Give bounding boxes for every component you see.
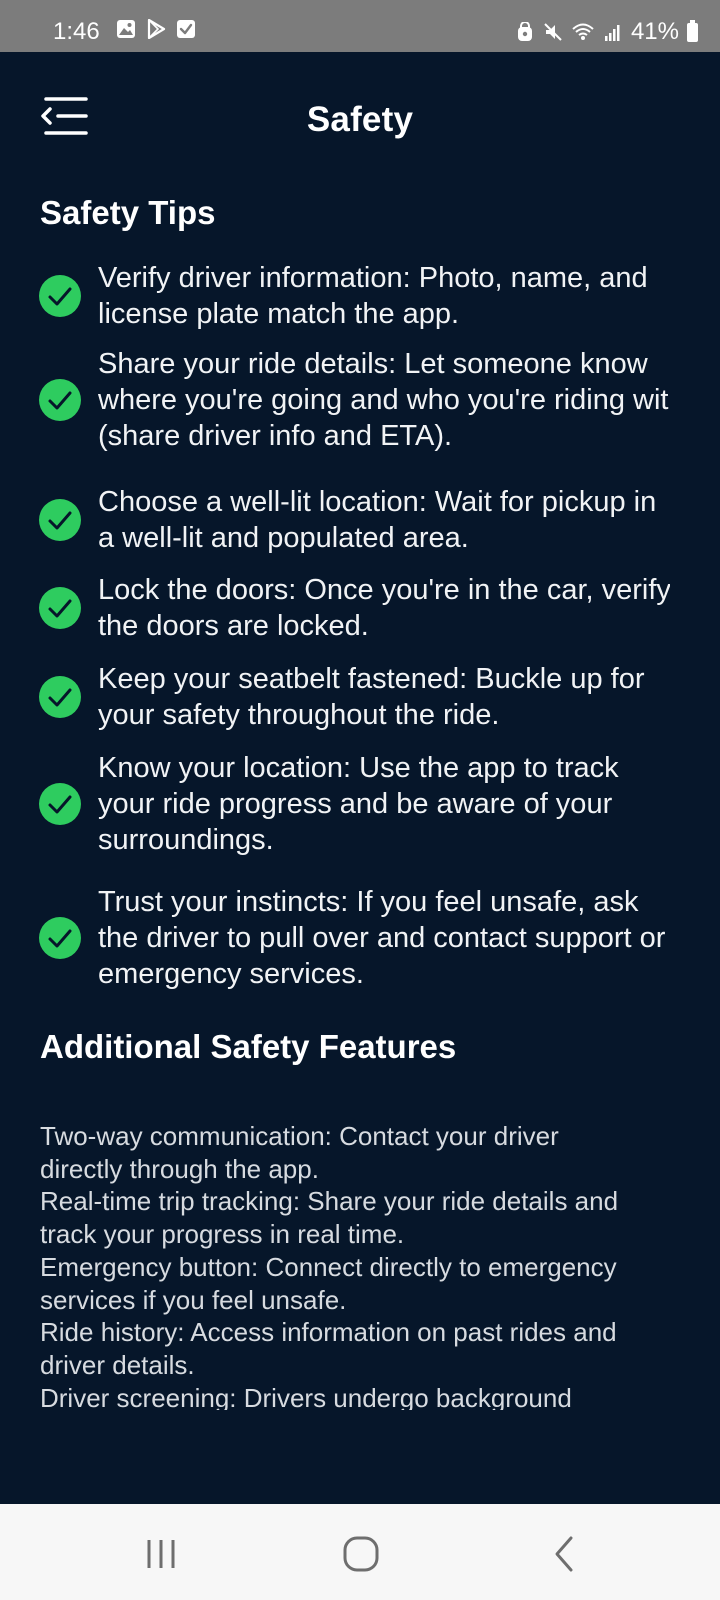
check-circle-icon bbox=[39, 275, 81, 317]
lock-icon bbox=[517, 22, 532, 41]
safety-tip-text: Share your ride details: Let someone kno… bbox=[98, 348, 670, 452]
home-icon[interactable] bbox=[341, 1534, 381, 1574]
safety-tips-title: Safety Tips bbox=[40, 194, 216, 231]
check-circle-icon bbox=[39, 676, 81, 718]
battery-percent: 41% bbox=[630, 18, 679, 45]
wifi-icon bbox=[572, 23, 594, 40]
check-circle-icon bbox=[39, 499, 81, 541]
status-bar: 1:46 41% bbox=[0, 0, 720, 52]
safety-tip-item: Trust your instincts: If you feel unsafe… bbox=[38, 884, 678, 992]
app-header: Safety bbox=[0, 52, 720, 182]
safety-tip-item: Share your ride details: Let someone kno… bbox=[38, 346, 678, 454]
safety-tip-text: Choose a well-lit location: Wait for pic… bbox=[98, 486, 657, 554]
safety-tip-text: Know your location: Use the app to track… bbox=[98, 752, 619, 856]
safety-tip-item: Know your location: Use the app to track… bbox=[38, 750, 678, 858]
safety-tip-item: Verify driver information: Photo, name, … bbox=[38, 260, 678, 332]
safety-tip-text: Lock the doors: Once you're in the car, … bbox=[98, 574, 670, 642]
additional-features-title: Additional Safety Features bbox=[40, 1028, 457, 1065]
check-circle-icon bbox=[39, 917, 81, 959]
system-nav-bar bbox=[0, 1504, 720, 1600]
safety-tip-item: Keep your seatbelt fastened: Buckle up f… bbox=[38, 661, 678, 733]
recent-apps-icon[interactable] bbox=[141, 1534, 181, 1574]
back-icon[interactable] bbox=[545, 1534, 585, 1574]
gallery-icon bbox=[117, 20, 135, 38]
battery-icon bbox=[687, 19, 698, 42]
check-circle-icon bbox=[39, 587, 81, 629]
signal-icon bbox=[604, 25, 620, 41]
safety-content[interactable]: Safety Tips Verify driver information: P… bbox=[0, 182, 720, 1422]
safety-tip-item: Choose a well-lit location: Wait for pic… bbox=[38, 484, 678, 556]
play-store-icon bbox=[147, 19, 166, 39]
status-left-icons bbox=[116, 19, 196, 39]
status-right: 41% bbox=[515, 18, 698, 46]
check-box-icon bbox=[177, 20, 195, 38]
safety-tip-item: Lock the doors: Once you're in the car, … bbox=[38, 572, 678, 644]
safety-tip-text: Trust your instincts: If you feel unsafe… bbox=[98, 886, 666, 990]
mute-icon bbox=[544, 23, 562, 41]
additional-features-text: Two-way communication: Contact your driv… bbox=[40, 1121, 619, 1410]
status-time: 1:46 bbox=[53, 18, 100, 45]
page-title: Safety bbox=[306, 100, 414, 139]
safety-tip-text: Keep your seatbelt fastened: Buckle up f… bbox=[98, 663, 645, 731]
check-circle-icon bbox=[39, 379, 81, 421]
check-circle-icon bbox=[39, 783, 81, 825]
safety-tip-text: Verify driver information: Photo, name, … bbox=[98, 262, 648, 330]
